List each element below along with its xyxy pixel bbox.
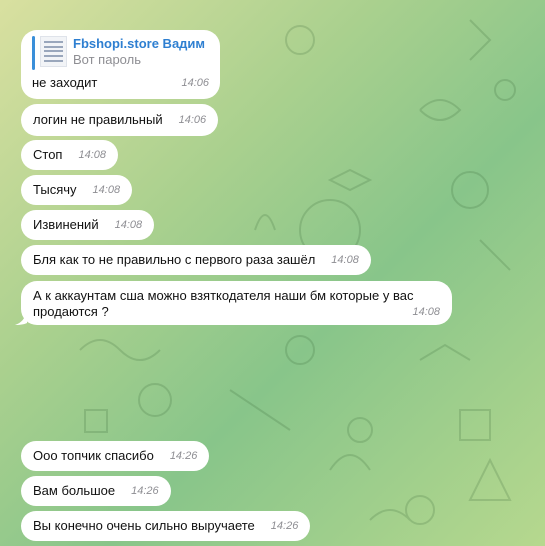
message-time: 14:08: [331, 254, 359, 266]
message-bubble[interactable]: Бля как то не правильно с первого раза з…: [21, 245, 371, 275]
message-text: Вы конечно очень сильно выручаете: [33, 518, 255, 533]
message-text: Тысячу: [33, 182, 77, 197]
message-bubble[interactable]: Ооо топчик спасибо 14:26: [21, 441, 210, 471]
message-text-line-1: А к аккаунтам сша можно взяткодателя наш…: [33, 288, 414, 303]
message-time: 14:08: [78, 149, 106, 161]
message-bubble[interactable]: Стоп 14:08: [21, 140, 118, 170]
message-bubble[interactable]: Извинений 14:08: [21, 210, 155, 240]
message-bubble-reply[interactable]: Fbshopi.store Вадим Вот пароль не заходи…: [21, 30, 220, 99]
message-text: Извинений: [33, 217, 99, 232]
message-time: 14:06: [178, 114, 207, 126]
message-time: 14:26: [131, 485, 159, 497]
reply-quoted-text: Вот пароль: [73, 52, 141, 67]
message-text-line-2: продаются ?: [33, 304, 109, 319]
message-bubble[interactable]: Вы конечно очень сильно выручаете 14:26: [21, 511, 311, 541]
bubble-tail: [15, 311, 27, 325]
message-time: 14:08: [114, 219, 143, 231]
message-time: 14:08: [412, 306, 440, 318]
message-text: Вам большое: [33, 483, 116, 498]
message-text: логин не правильный: [33, 112, 163, 127]
reply-quote[interactable]: Fbshopi.store Вадим Вот пароль: [32, 36, 209, 70]
message-text: не заходит: [32, 75, 98, 90]
message-text: Бля как то не правильно с первого раза з…: [33, 252, 316, 267]
message-bubble[interactable]: логин не правильный 14:06: [21, 104, 219, 136]
message-time: 14:26: [270, 520, 299, 532]
message-text: Ооо топчик спасибо: [33, 448, 154, 463]
message-time: 14:06: [181, 77, 209, 89]
message-bubble-with-tail[interactable]: А к аккаунтам сша можно взяткодателя наш…: [15, 281, 452, 325]
message-time: 14:08: [92, 184, 121, 196]
message-bubble[interactable]: Вам большое 14:26: [21, 476, 171, 506]
message-bubble[interactable]: Тысячу 14:08: [21, 175, 133, 205]
reply-sender-name: Fbshopi.store Вадим: [73, 36, 206, 51]
document-thumbnail-icon: [40, 36, 67, 67]
reply-accent-bar: [32, 36, 35, 70]
message-time: 14:26: [169, 450, 198, 462]
message-text: Стоп: [33, 147, 63, 162]
